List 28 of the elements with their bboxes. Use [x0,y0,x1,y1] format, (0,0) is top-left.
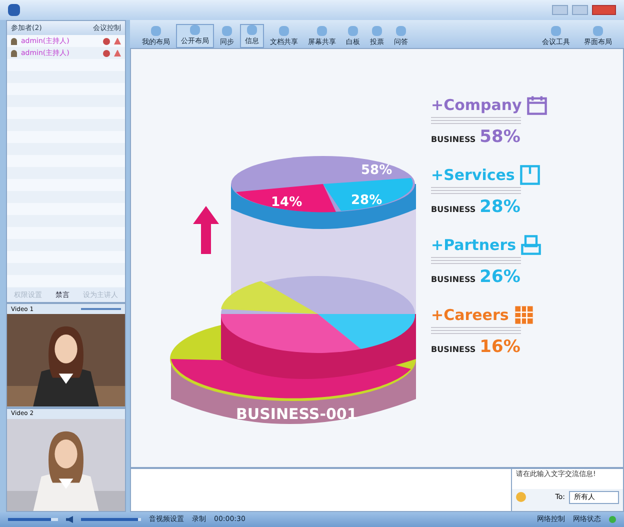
pie-label: 14% [271,195,302,210]
close-icon[interactable] [592,5,616,15]
item-percent: 16% [480,336,520,358]
item-percent: 26% [480,266,520,288]
item-percent: 58% [480,126,520,148]
emoticon-icon[interactable] [516,492,526,502]
speaker-icon[interactable] [66,516,73,523]
pie-label: 58% [361,163,392,178]
minimize-icon[interactable] [552,5,568,15]
item-title: +Careers [431,305,509,326]
box-icon [518,164,541,186]
volume-slider-fill[interactable] [8,518,50,521]
volume-slider-fill[interactable] [81,518,138,521]
maximize-icon[interactable] [572,5,588,15]
business-label: BUSINESS [431,204,476,216]
item-title: +Partners [431,235,516,256]
business-label: BUSINESS [431,274,476,286]
item-title: +Company [431,95,522,116]
base-label: BUSINESS-001 [236,405,358,423]
calendar-icon [526,94,548,116]
app-logo-icon [8,4,20,16]
pie-label: 28% [351,193,382,208]
business-label: BUSINESS [431,134,476,146]
item-title: +Services [431,165,515,186]
business-label: BUSINESS [431,344,476,356]
printer-icon [520,234,542,256]
grid-icon [512,304,535,326]
item-percent: 28% [480,196,520,218]
